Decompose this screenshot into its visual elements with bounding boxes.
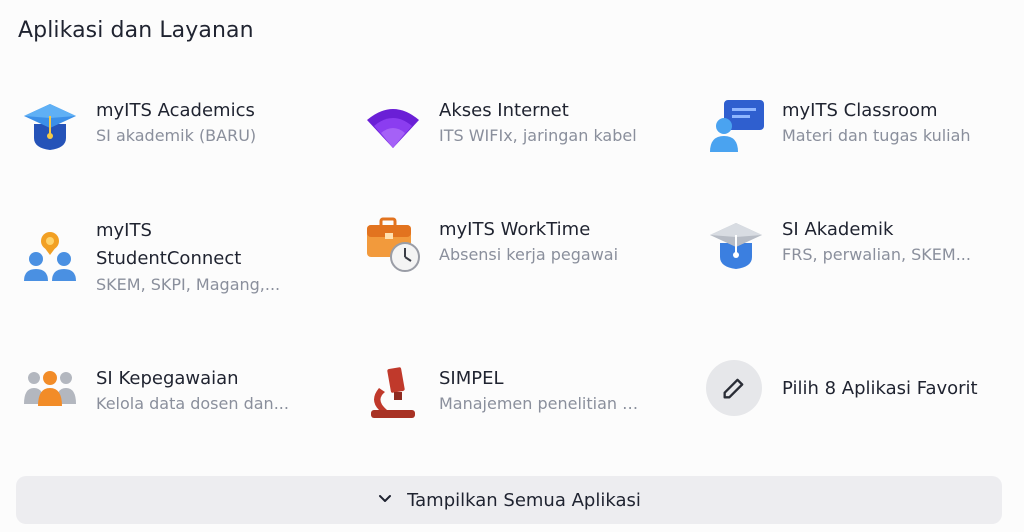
app-name: Akses Internet xyxy=(439,100,569,121)
app-desc: Manajemen penelitian d... xyxy=(439,394,639,413)
graduation-cap-icon xyxy=(704,217,774,277)
app-myits-academics[interactable]: myITS Academics SI akademik (BARU) xyxy=(18,98,348,158)
app-name: SI Akademik xyxy=(782,219,894,240)
app-name: myITS Academics xyxy=(96,100,255,121)
section-title: Aplikasi dan Layanan xyxy=(18,18,254,43)
app-myits-studentconnect[interactable]: myITS StudentConnect SKEM, SKPI, Magang,… xyxy=(18,217,348,297)
student-connect-icon xyxy=(18,217,88,281)
app-desc: SI akademik (BARU) xyxy=(96,126,257,145)
app-desc: FRS, perwalian, SKEM... xyxy=(782,245,971,264)
app-name: SIMPEL xyxy=(439,368,504,389)
edit-icon xyxy=(706,360,762,416)
people-group-icon xyxy=(18,366,88,426)
app-name: SI Kepegawaian xyxy=(96,368,239,389)
choose-favorite-apps-button[interactable]: Pilih 8 Aplikasi Favorit xyxy=(704,360,1024,426)
app-desc: Kelola data dosen dan... xyxy=(96,394,289,413)
wifi-icon xyxy=(361,98,431,158)
show-all-apps-button[interactable]: Tampilkan Semua Aplikasi xyxy=(16,476,1002,524)
app-desc: ITS WIFIx, jaringan kabel xyxy=(439,126,637,145)
app-name: myITS StudentConnect xyxy=(96,220,242,269)
app-name: myITS Classroom xyxy=(782,100,938,121)
briefcase-clock-icon xyxy=(361,217,431,277)
favorite-label: Pilih 8 Aplikasi Favorit xyxy=(782,378,978,399)
apps-grid: myITS Academics SI akademik (BARU) Akses… xyxy=(18,78,1008,438)
chevron-down-icon xyxy=(377,490,393,510)
app-name: myITS WorkTime xyxy=(439,219,591,240)
show-all-label: Tampilkan Semua Aplikasi xyxy=(407,489,641,511)
microscope-icon xyxy=(361,366,431,426)
app-myits-worktime[interactable]: myITS WorkTime Absensi kerja pegawai xyxy=(361,217,691,277)
app-myits-classroom[interactable]: myITS Classroom Materi dan tugas kuliah xyxy=(704,98,1024,158)
app-si-akademik[interactable]: SI Akademik FRS, perwalian, SKEM... xyxy=(704,217,1024,277)
app-desc: Materi dan tugas kuliah xyxy=(782,126,971,145)
favorite-icon-wrapper xyxy=(704,360,774,426)
graduation-cap-icon xyxy=(18,98,88,158)
app-desc: Absensi kerja pegawai xyxy=(439,245,619,264)
app-desc: SKEM, SKPI, Magang,... xyxy=(96,275,281,294)
app-akses-internet[interactable]: Akses Internet ITS WIFIx, jaringan kabel xyxy=(361,98,691,158)
classroom-icon xyxy=(704,98,774,158)
apps-section: Aplikasi dan Layanan myITS Academics SI … xyxy=(0,0,1024,532)
app-simpel[interactable]: SIMPEL Manajemen penelitian d... xyxy=(361,366,691,426)
app-si-kepegawaian[interactable]: SI Kepegawaian Kelola data dosen dan... xyxy=(18,366,348,426)
